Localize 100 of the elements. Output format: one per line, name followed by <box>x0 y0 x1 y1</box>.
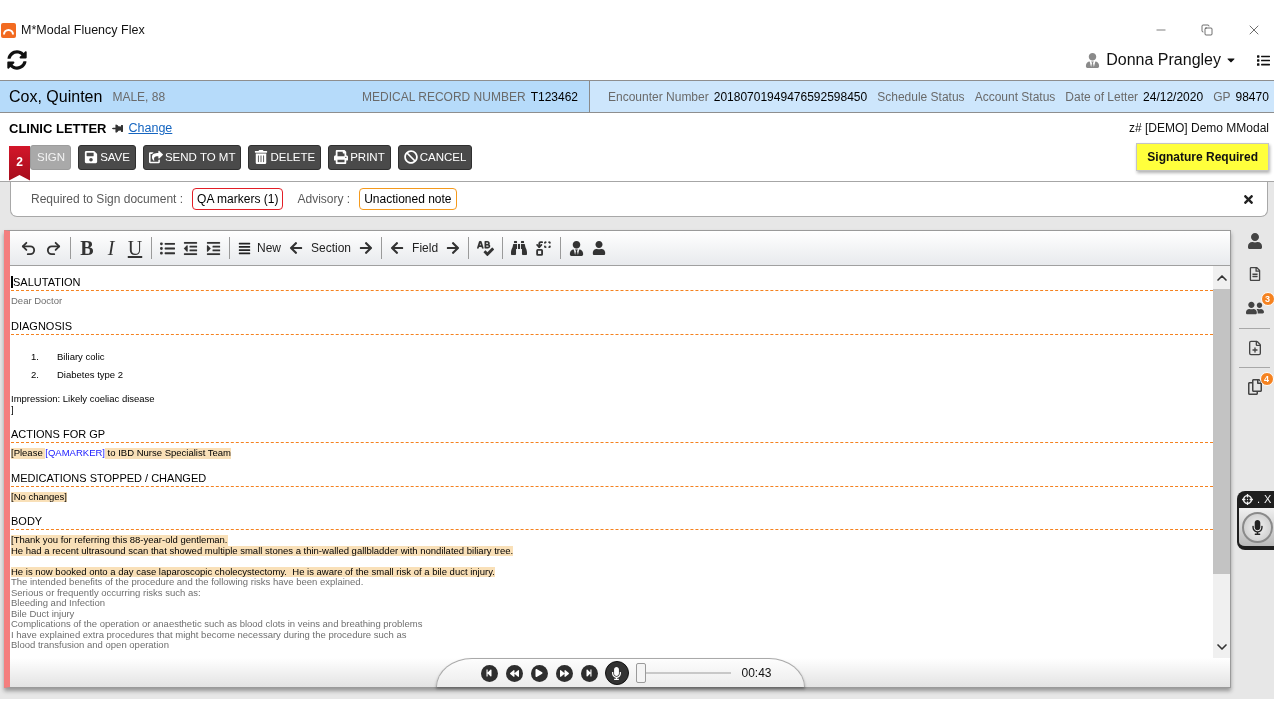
record-button[interactable] <box>604 661 629 685</box>
field-text: He had a recent ultrasound scan that showed multiple small stones a thin-walled gallbladder with nondilated biliary tree. <box>11 545 514 556</box>
field-value: 98470 <box>1235 89 1269 104</box>
window-title: M*Modal Fluency Flex <box>21 23 145 37</box>
new-button[interactable]: New <box>238 241 281 255</box>
field-value: 20180701949476592598450 <box>713 89 868 104</box>
save-icon <box>84 150 99 164</box>
restore-icon[interactable] <box>1201 24 1213 36</box>
outdent-icon[interactable] <box>183 240 198 256</box>
template-text: I have explained extra procedures that might become necessary during the procedure such as <box>11 629 407 640</box>
scrollbar[interactable] <box>1213 266 1230 658</box>
section-heading: MEDICATIONS STOPPED / CHANGED <box>11 471 207 484</box>
binoculars-icon[interactable] <box>511 240 528 256</box>
field-text: to IBD Nurse Specialist Team <box>105 448 231 459</box>
user-tie-icon[interactable] <box>569 240 585 256</box>
fast-forward-icon <box>559 668 569 678</box>
change-link[interactable]: Change <box>128 121 173 135</box>
patient-name: Cox, Quinten <box>9 87 103 106</box>
close-button[interactable]: X <box>1264 494 1272 505</box>
letter-title: CLINIC LETTER <box>9 120 107 136</box>
template-text: The intended benefits of the procedure and the following risks have been explained. <box>11 577 364 588</box>
fast-forward-button[interactable] <box>555 664 573 682</box>
section-heading: ACTIONS FOR GP <box>11 428 106 440</box>
advisory-chip[interactable]: Unactioned note <box>359 188 457 210</box>
microphone-button[interactable] <box>1242 511 1273 543</box>
bold-button[interactable]: B <box>79 236 95 260</box>
field-label: Date of Letter <box>1065 89 1139 104</box>
qa-marker-link[interactable]: [QAMARKER] <box>45 448 105 459</box>
italic-button[interactable]: I <box>103 236 119 260</box>
document-text: Impression: Likely coeliac disease <box>11 394 155 405</box>
skip-start-button[interactable] <box>480 664 498 682</box>
organization-name: z# [DEMO] Demo MModal <box>1128 121 1269 135</box>
field-text: [Please <box>11 448 46 459</box>
slider-thumb[interactable] <box>635 663 646 683</box>
microphone-icon <box>1250 519 1265 535</box>
template-text: Bile Duct injury <box>11 608 75 619</box>
section-heading: BODY <box>11 515 43 527</box>
skip-end-button[interactable] <box>580 664 598 682</box>
refresh-icon[interactable] <box>7 50 27 70</box>
cancel-icon <box>403 150 418 164</box>
arrow-left-icon[interactable] <box>390 241 405 255</box>
app-logo-icon <box>1 22 16 38</box>
minimize-button[interactable]: . <box>1257 494 1261 505</box>
field-label: GP <box>1213 89 1231 104</box>
section-heading: DIAGNOSIS <box>11 319 73 332</box>
person-icon[interactable] <box>592 241 607 255</box>
spellcheck-icon[interactable] <box>477 239 495 257</box>
arrow-left-icon[interactable] <box>289 241 303 255</box>
move-icon[interactable] <box>1242 494 1253 505</box>
user-name[interactable]: Donna Prangley <box>1106 51 1221 69</box>
copies-icon[interactable] <box>1246 379 1263 395</box>
skip-start-icon <box>485 669 493 677</box>
cancel-button[interactable]: CANCEL <box>397 144 473 170</box>
bullet-list-icon[interactable] <box>160 240 175 256</box>
advisory-label: Advisory : <box>297 192 351 206</box>
rewind-button[interactable] <box>505 664 523 682</box>
underline-button[interactable]: U <box>127 236 143 260</box>
field-value: T123462 <box>530 89 578 104</box>
playback-time: 00:43 <box>741 666 772 680</box>
document-icon[interactable] <box>1247 267 1262 281</box>
ribbon-badge: 2 <box>9 145 30 181</box>
field-text: [No changes] <box>11 491 67 502</box>
redo-icon[interactable] <box>45 239 62 257</box>
field-value: 24/12/2020 <box>1143 89 1204 104</box>
section-heading: SALUTATION <box>13 276 81 288</box>
template-text: Dear Doctor <box>11 296 63 307</box>
send-button[interactable]: SEND TO MT <box>142 144 242 170</box>
play-button[interactable] <box>530 664 548 682</box>
arrow-right-icon[interactable] <box>446 241 461 255</box>
trash-icon <box>254 150 269 164</box>
rewind-icon <box>509 668 519 678</box>
replace-icon[interactable] <box>535 239 553 257</box>
field-text: He is now booked onto a day case laparoscopic cholecystectomy. He is aware of the small risk of a bile duct injury. <box>11 566 495 577</box>
signature-status-tag: Signature Required <box>1136 143 1269 171</box>
printer-icon <box>334 150 349 164</box>
delete-button[interactable]: DELETE <box>248 144 322 170</box>
print-button[interactable]: PRINT <box>328 144 391 170</box>
indent-icon[interactable] <box>206 240 221 256</box>
list-item-text: Biliary colic <box>57 351 105 362</box>
required-chip[interactable]: QA markers (1) <box>192 188 284 210</box>
save-button[interactable]: SAVE <box>78 144 136 170</box>
microphone-icon <box>610 666 623 680</box>
field-label: Encounter Number <box>608 89 709 104</box>
list-item-text: Diabetes type 2 <box>57 369 123 380</box>
field-text: [Thank you for referring this 88-year-old gentleman. <box>11 535 228 546</box>
scrollbar-thumb[interactable] <box>1213 289 1230 574</box>
add-document-icon[interactable] <box>1246 340 1263 356</box>
template-text: Complications of the operation or anaesthetic such as blood clots in veins and breathing problems <box>11 619 423 630</box>
close-icon[interactable] <box>1242 192 1255 206</box>
arrow-right-icon[interactable] <box>359 241 374 255</box>
menu-icon[interactable] <box>1257 53 1270 67</box>
play-icon <box>535 669 543 677</box>
undo-icon[interactable] <box>20 239 37 257</box>
template-text: Serious or frequently occurring risks such as: <box>11 587 201 598</box>
required-label: Required to Sign document : <box>31 192 184 206</box>
people-icon[interactable] <box>1245 299 1264 317</box>
template-text: Bleeding and Infection <box>11 598 106 609</box>
count-badge: 4 <box>1259 372 1274 386</box>
pin-icon[interactable] <box>111 122 123 134</box>
person-icon[interactable] <box>1246 233 1263 249</box>
